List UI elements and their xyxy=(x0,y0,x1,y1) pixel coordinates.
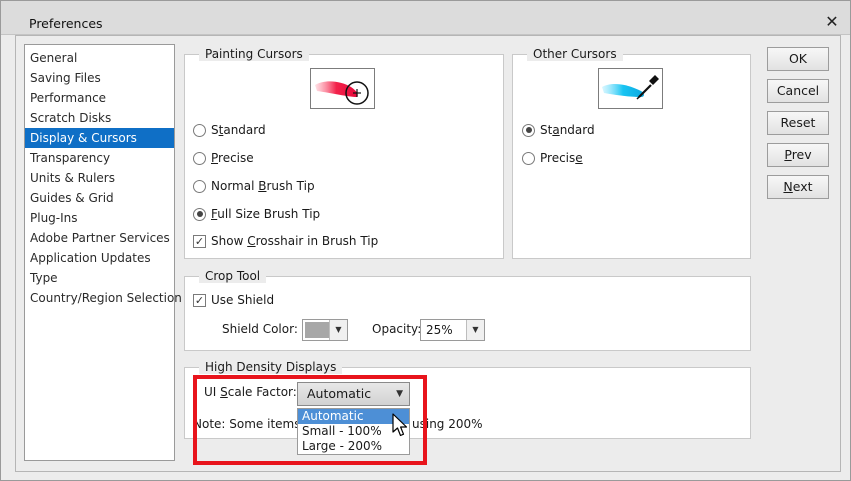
ok-button[interactable]: OK xyxy=(767,47,829,71)
painting-full-size-option[interactable]: Full Size Brush Tip xyxy=(193,205,320,223)
high-density-title: High Density Displays xyxy=(199,360,343,374)
painting-cursors-title: Painting Cursors xyxy=(199,47,309,61)
normal-brush-label-b: rush Tip xyxy=(266,179,315,193)
painting-cursor-preview xyxy=(310,68,375,109)
shield-color-label: Shield Color: xyxy=(222,322,298,336)
painting-normal-brush-radio[interactable] xyxy=(193,179,206,193)
crosshair-label-key: C xyxy=(247,234,256,248)
painting-standard-radio[interactable] xyxy=(193,123,206,137)
painting-standard-option[interactable]: Standard xyxy=(193,121,266,139)
other-cursors-title: Other Cursors xyxy=(527,47,623,61)
prev-label: rev xyxy=(791,147,812,162)
shield-color-swatch xyxy=(305,322,329,338)
sidebar-item-general[interactable]: General xyxy=(25,48,174,68)
painting-precise-label: recise xyxy=(218,151,254,165)
other-precise-option[interactable]: Precise xyxy=(522,149,583,167)
reset-button[interactable]: Reset xyxy=(767,111,829,135)
full-size-label: ull Size Brush Tip xyxy=(217,207,321,221)
painting-normal-brush-option[interactable]: Normal Brush Tip xyxy=(193,177,315,195)
other-standard-label-key: a xyxy=(552,123,560,137)
other-standard-radio[interactable] xyxy=(522,123,535,137)
prev-button[interactable]: Prev xyxy=(767,143,829,167)
opacity-label: Opacity: xyxy=(372,322,422,336)
mouse-pointer-icon xyxy=(392,413,408,437)
use-shield-label: Use Shield xyxy=(211,293,275,307)
show-crosshair-option[interactable]: ✓ Show Crosshair in Brush Tip xyxy=(193,232,378,250)
painting-full-size-radio[interactable] xyxy=(193,207,206,221)
brush-stroke-icon xyxy=(315,81,369,105)
sidebar-item-country-region[interactable]: Country/Region Selection xyxy=(25,288,182,308)
crosshair-label-a: Show xyxy=(211,234,248,248)
painting-precise-label-key: P xyxy=(211,151,219,165)
sidebar-item-application-updates[interactable]: Application Updates xyxy=(25,248,174,268)
other-standard-option[interactable]: Standard xyxy=(522,121,595,139)
painting-standard-label-a: S xyxy=(211,123,219,137)
sidebar-item-display-cursors[interactable]: Display & Cursors xyxy=(25,128,174,148)
other-cursor-preview xyxy=(598,68,663,109)
sidebar-item-saving-files[interactable]: Saving Files xyxy=(25,68,174,88)
next-label: ext xyxy=(792,179,813,194)
crop-tool-title: Crop Tool xyxy=(199,269,267,283)
prev-label-key: P xyxy=(784,147,792,162)
shield-color-picker[interactable]: ▼ xyxy=(302,319,348,341)
chevron-down-icon[interactable]: ▼ xyxy=(329,320,347,340)
close-icon[interactable]: ✕ xyxy=(824,14,840,30)
sidebar-item-performance[interactable]: Performance xyxy=(25,88,174,108)
chevron-down-icon[interactable]: ▼ xyxy=(466,320,484,340)
title-bar[interactable]: Preferences ✕ xyxy=(1,1,850,35)
other-precise-label-a: Precis xyxy=(540,151,576,165)
sidebar-item-units-rulers[interactable]: Units & Rulers xyxy=(25,168,174,188)
crosshair-label-b: rosshair in Brush Tip xyxy=(255,234,379,248)
sidebar-item-adobe-partner-services[interactable]: Adobe Partner Services xyxy=(25,228,174,248)
painting-standard-label-b: andard xyxy=(223,123,266,137)
opacity-value: 25% xyxy=(426,323,453,337)
sidebar-item-guides-grid[interactable]: Guides & Grid xyxy=(25,188,174,208)
painting-precise-radio[interactable] xyxy=(193,151,206,165)
next-label-key: N xyxy=(783,179,793,194)
use-shield-checkbox[interactable]: ✓ xyxy=(193,293,206,307)
category-list: General Saving Files Performance Scratch… xyxy=(24,44,182,461)
normal-brush-label-a: Normal xyxy=(211,179,259,193)
window-title: Preferences xyxy=(29,16,103,31)
other-precise-label-key: e xyxy=(575,151,583,165)
eyedropper-stroke-icon xyxy=(602,75,659,100)
next-button[interactable]: Next xyxy=(767,175,829,199)
opacity-dropdown[interactable]: 25% ▼ xyxy=(420,319,485,341)
sidebar-item-scratch-disks[interactable]: Scratch Disks xyxy=(25,108,174,128)
use-shield-option[interactable]: ✓ Use Shield xyxy=(193,291,274,309)
cancel-button[interactable]: Cancel xyxy=(767,79,829,103)
sidebar-item-plug-ins[interactable]: Plug-Ins xyxy=(25,208,174,228)
sidebar-item-type[interactable]: Type xyxy=(25,268,174,288)
other-standard-label-a: St xyxy=(540,123,553,137)
other-precise-radio[interactable] xyxy=(522,151,535,165)
sidebar-item-transparency[interactable]: Transparency xyxy=(25,148,174,168)
show-crosshair-checkbox[interactable]: ✓ xyxy=(193,234,206,248)
painting-precise-option[interactable]: Precise xyxy=(193,149,254,167)
other-standard-label-b: ndard xyxy=(559,123,595,137)
